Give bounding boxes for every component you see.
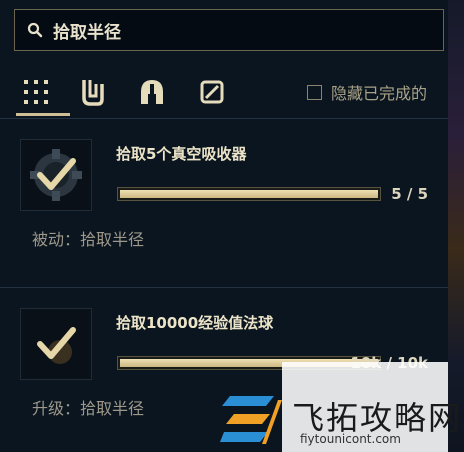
hide-completed-checkbox[interactable] xyxy=(306,84,322,100)
hide-completed-toggle[interactable]: 隐藏已完成的 xyxy=(306,80,427,104)
quest-item: 拾取5个真空吸收器 5 / 5 被动：拾取半径 xyxy=(0,119,448,287)
tab-items[interactable] xyxy=(68,68,116,116)
slash-box-icon xyxy=(200,80,224,104)
tab-misc[interactable] xyxy=(188,68,236,116)
tab-all[interactable] xyxy=(12,68,70,116)
search-bar[interactable] xyxy=(14,9,444,51)
quest-title: 拾取10000经验值法球 xyxy=(116,314,274,332)
watermark-url: fiytounicont.com xyxy=(300,432,401,446)
quest-description: 升级：拾取半径 xyxy=(32,399,145,418)
hide-completed-label: 隐藏已完成的 xyxy=(330,84,427,103)
progress-count: 5 / 5 xyxy=(391,185,428,203)
search-icon xyxy=(27,22,43,38)
search-input[interactable] xyxy=(53,20,413,40)
progress-fill xyxy=(120,190,378,198)
watermark-logo-icon xyxy=(220,396,282,444)
quest-description: 被动：拾取半径 xyxy=(32,230,145,249)
background-art xyxy=(448,0,464,452)
xp-orb-quest-icon xyxy=(20,308,92,380)
tab-helmet[interactable] xyxy=(128,68,176,116)
check-orb-icon xyxy=(37,327,76,364)
grid-icon xyxy=(24,80,48,104)
tab-bar: 隐藏已完成的 xyxy=(0,68,448,118)
clip-icon xyxy=(82,80,104,106)
quest-title: 拾取5个真空吸收器 xyxy=(116,145,247,163)
progress-bar xyxy=(117,187,381,201)
helmet-icon xyxy=(141,80,163,104)
check-gear-icon xyxy=(30,149,82,201)
vacuum-quest-icon xyxy=(20,139,92,211)
